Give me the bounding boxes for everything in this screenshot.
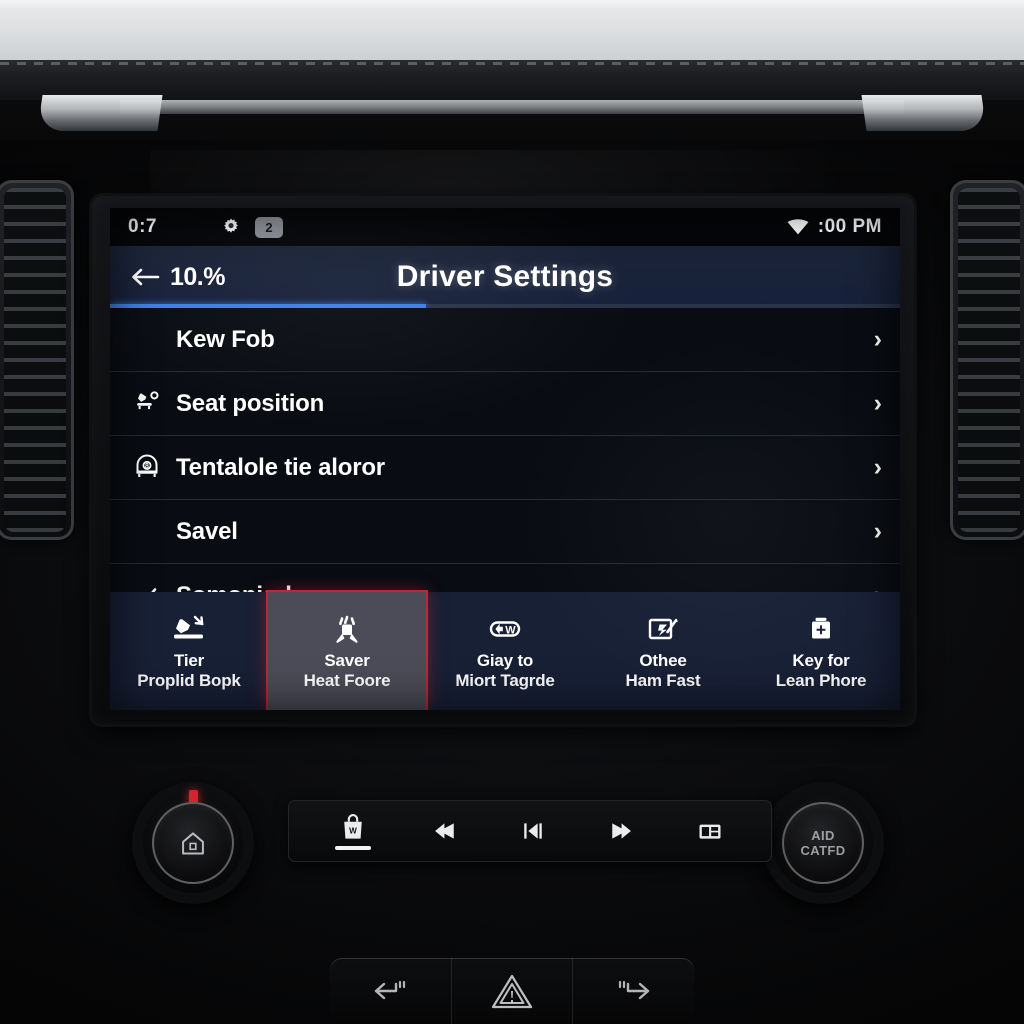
tab-label-line1: Tier [173,651,205,671]
hazard-icon[interactable] [489,971,535,1011]
notification-badge[interactable]: 2 [254,216,283,238]
seat-position-icon [132,389,162,419]
tab-label-group: Saver Heat Foore [304,651,391,689]
bottom-tab-bar[interactable]: Tier Proplid Bopk Saver Heat Foore W Giay to M… [110,592,900,710]
volume-knob-left[interactable] [132,782,254,904]
tab-4[interactable]: Key for Lean Phore [742,592,900,710]
settings-row-3[interactable]: Savel › [110,500,900,564]
chevron-right-icon[interactable]: › [874,391,882,416]
status-time-left: 0:7 [128,216,157,237]
tab-label-line1: Giay to [476,651,534,671]
status-right-group: :00 PM [787,216,882,238]
mirror-adjust-icon [643,612,683,646]
knob-face[interactable]: AID CATFD [782,802,864,884]
back-arrow-icon[interactable] [130,266,160,288]
chrome-trim-bar [120,100,904,114]
play-pause-icon[interactable] [518,817,548,845]
screen-header: 10.% Driver Settings [110,246,900,308]
tab-3[interactable]: Othee Ham Fast [584,592,742,710]
media-button-rewind[interactable] [430,817,460,845]
gear-icon[interactable] [221,217,241,237]
tab-label-group: Giay to Miort Tagrde [455,651,554,689]
status-bar: 0:7 2 :00 PM [110,208,900,246]
physical-button-bar[interactable] [330,958,694,1024]
mirror-tilt-icon: 8 [132,453,162,483]
add-key-icon [801,612,841,646]
chrome-trim-left [37,95,163,131]
rear-defrost-left-icon[interactable] [367,971,413,1011]
tab-label-group: Key for Lean Phore [776,651,867,689]
svg-text:W: W [349,826,357,835]
status-clock: :00 PM [817,216,882,237]
tab-label-line1: Saver [324,651,370,671]
air-vent-left [0,180,74,540]
tab-label-line2: Lean Phore [775,670,867,690]
page-title: Driver Settings [396,260,614,293]
rear-defrost-right-button[interactable] [573,958,694,1024]
settings-row-0[interactable]: Kew Fob › [110,308,900,372]
back-button[interactable]: 10.% [130,263,225,292]
svg-text:8: 8 [145,463,149,470]
tab-label-line2: Proplid Bopk [137,670,241,690]
back-button-label: 10.% [170,262,225,291]
settings-row-label: Tentalole tie aloror [176,453,385,481]
chevron-right-icon[interactable]: › [874,519,882,544]
home-icon[interactable] [179,829,207,857]
tab-label-line1: Key for [792,651,850,671]
tune-knob-right[interactable]: AID CATFD [762,782,884,904]
right-knob-label-line1: AID [811,827,835,843]
tab-label-group: Tier Proplid Bopk [137,651,241,690]
settings-row-label: Seat position [176,389,325,417]
media-button-fast-forward[interactable] [606,817,636,845]
tab-label-line1: Othee [639,651,687,671]
dashboard-scene: 0:7 2 :00 PM 10.% Driver Settings Kew Fo… [0,0,1024,1024]
dashboard-top-panel [0,0,1024,68]
media-active-underline [335,845,372,850]
right-knob-label-line2: CATFD [800,843,846,858]
vent-slats [958,188,1020,532]
steering-wheel-icon: W [485,612,525,646]
radio-bag-icon[interactable]: W [338,813,368,841]
chevron-right-icon[interactable]: › [874,327,882,352]
media-button-radio[interactable]: W [335,813,372,850]
hazard-button[interactable] [452,958,574,1024]
tab-2[interactable]: W Giay to Miort Tagrde [426,592,584,710]
settings-row-4[interactable]: Somoniod› [110,564,900,594]
tab-1[interactable]: Saver Heat Foore [268,592,426,710]
media-button-box[interactable] [695,817,725,845]
seat-recline-icon [169,612,209,646]
settings-row-2[interactable]: 8 Tentalole tie aloror › [110,436,900,500]
fast-forward-icon[interactable] [606,817,636,845]
rear-defrost-right-icon[interactable] [611,971,657,1011]
media-box-icon[interactable] [695,817,725,845]
knob-face[interactable] [152,802,234,884]
chevron-right-icon[interactable]: › [874,455,882,480]
settings-row-1[interactable]: Seat position › [110,372,900,436]
vent-slats [4,188,66,532]
tab-label-line2: Miort Tagrde [455,670,555,690]
settings-row-label: Savel [176,517,238,545]
wifi-icon [787,219,809,235]
air-vent-right [950,180,1024,540]
tab-0[interactable]: Tier Proplid Bopk [110,592,268,710]
seat-heat-icon [327,612,367,646]
leather-stitching [0,62,1024,65]
infotainment-screen[interactable]: 0:7 2 :00 PM 10.% Driver Settings Kew Fo… [110,208,900,710]
chrome-trim-right [861,95,987,131]
media-button-play-pause[interactable] [518,817,548,845]
media-control-strip[interactable]: W [288,800,772,862]
rear-defrost-left-button[interactable] [330,958,452,1024]
tab-label-group: Othee Ham Fast [626,651,701,689]
settings-row-label: Kew Fob [176,325,275,353]
tab-label-line2: Ham Fast [625,670,701,690]
settings-list[interactable]: Kew Fob › Seat position › 8 Tentalole tie alo… [110,308,900,594]
svg-text:W: W [505,625,516,637]
rewind-icon[interactable] [430,817,460,845]
status-icon-group: 2 [221,216,283,238]
tab-label-line2: Heat Foore [303,670,391,690]
